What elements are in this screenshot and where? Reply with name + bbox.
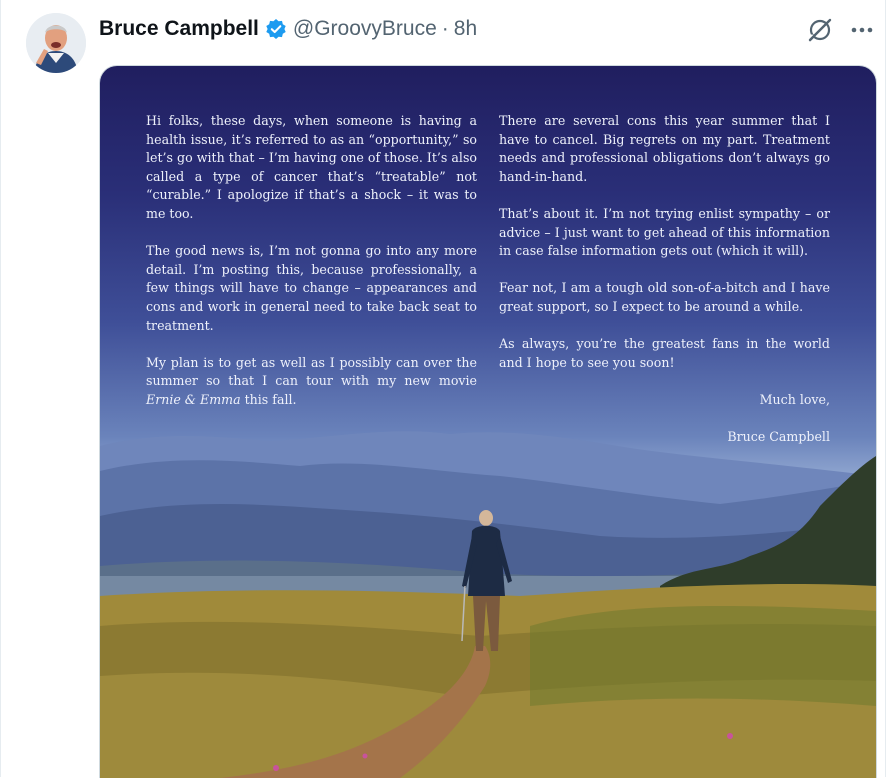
post-header: Bruce Campbell @GroovyBruce · 8h xyxy=(99,14,477,44)
letter-column-right: There are several cons this year summer … xyxy=(499,112,830,465)
more-options-button[interactable] xyxy=(847,15,877,45)
letter-paragraph: That’s about it. I’m not trying enlist s… xyxy=(499,205,830,259)
avatar-photo xyxy=(26,13,86,73)
letter-paragraph: Hi folks, these days, when someone is ha… xyxy=(146,113,477,221)
post-image[interactable]: Hi folks, these days, when someone is ha… xyxy=(99,65,877,778)
grok-icon xyxy=(806,18,832,43)
movie-title: Ernie & Emma xyxy=(146,391,241,407)
timeline-border-left xyxy=(0,0,1,777)
letter-signature: Bruce Campbell xyxy=(727,429,830,445)
letter-paragraph: There are several cons this year summer … xyxy=(499,113,830,184)
post-timestamp[interactable]: 8h xyxy=(454,17,477,41)
letter-paragraph: My plan is to get as well as I possibly … xyxy=(146,354,477,410)
letter-paragraph: The good news is, I’m not gonna go into … xyxy=(146,243,477,333)
avatar[interactable] xyxy=(26,13,86,73)
grok-button[interactable] xyxy=(805,15,835,45)
letter-closing: Much love, xyxy=(759,391,830,407)
letter-column-left: Hi folks, these days, when someone is ha… xyxy=(146,112,477,428)
letter-paragraph: Fear not, I am a tough old son-of-a-bitc… xyxy=(499,280,830,314)
letter-text: this fall. xyxy=(240,391,297,407)
display-name[interactable]: Bruce Campbell xyxy=(99,17,259,41)
letter-paragraph: As always, you’re the greatest fans in t… xyxy=(499,336,830,370)
letter-text: My plan is to get as well as I possibly … xyxy=(146,354,477,389)
user-handle[interactable]: @GroovyBruce xyxy=(293,17,437,41)
verified-badge-icon[interactable] xyxy=(265,18,287,40)
separator-dot: · xyxy=(441,17,449,40)
more-options-icon xyxy=(851,27,873,33)
